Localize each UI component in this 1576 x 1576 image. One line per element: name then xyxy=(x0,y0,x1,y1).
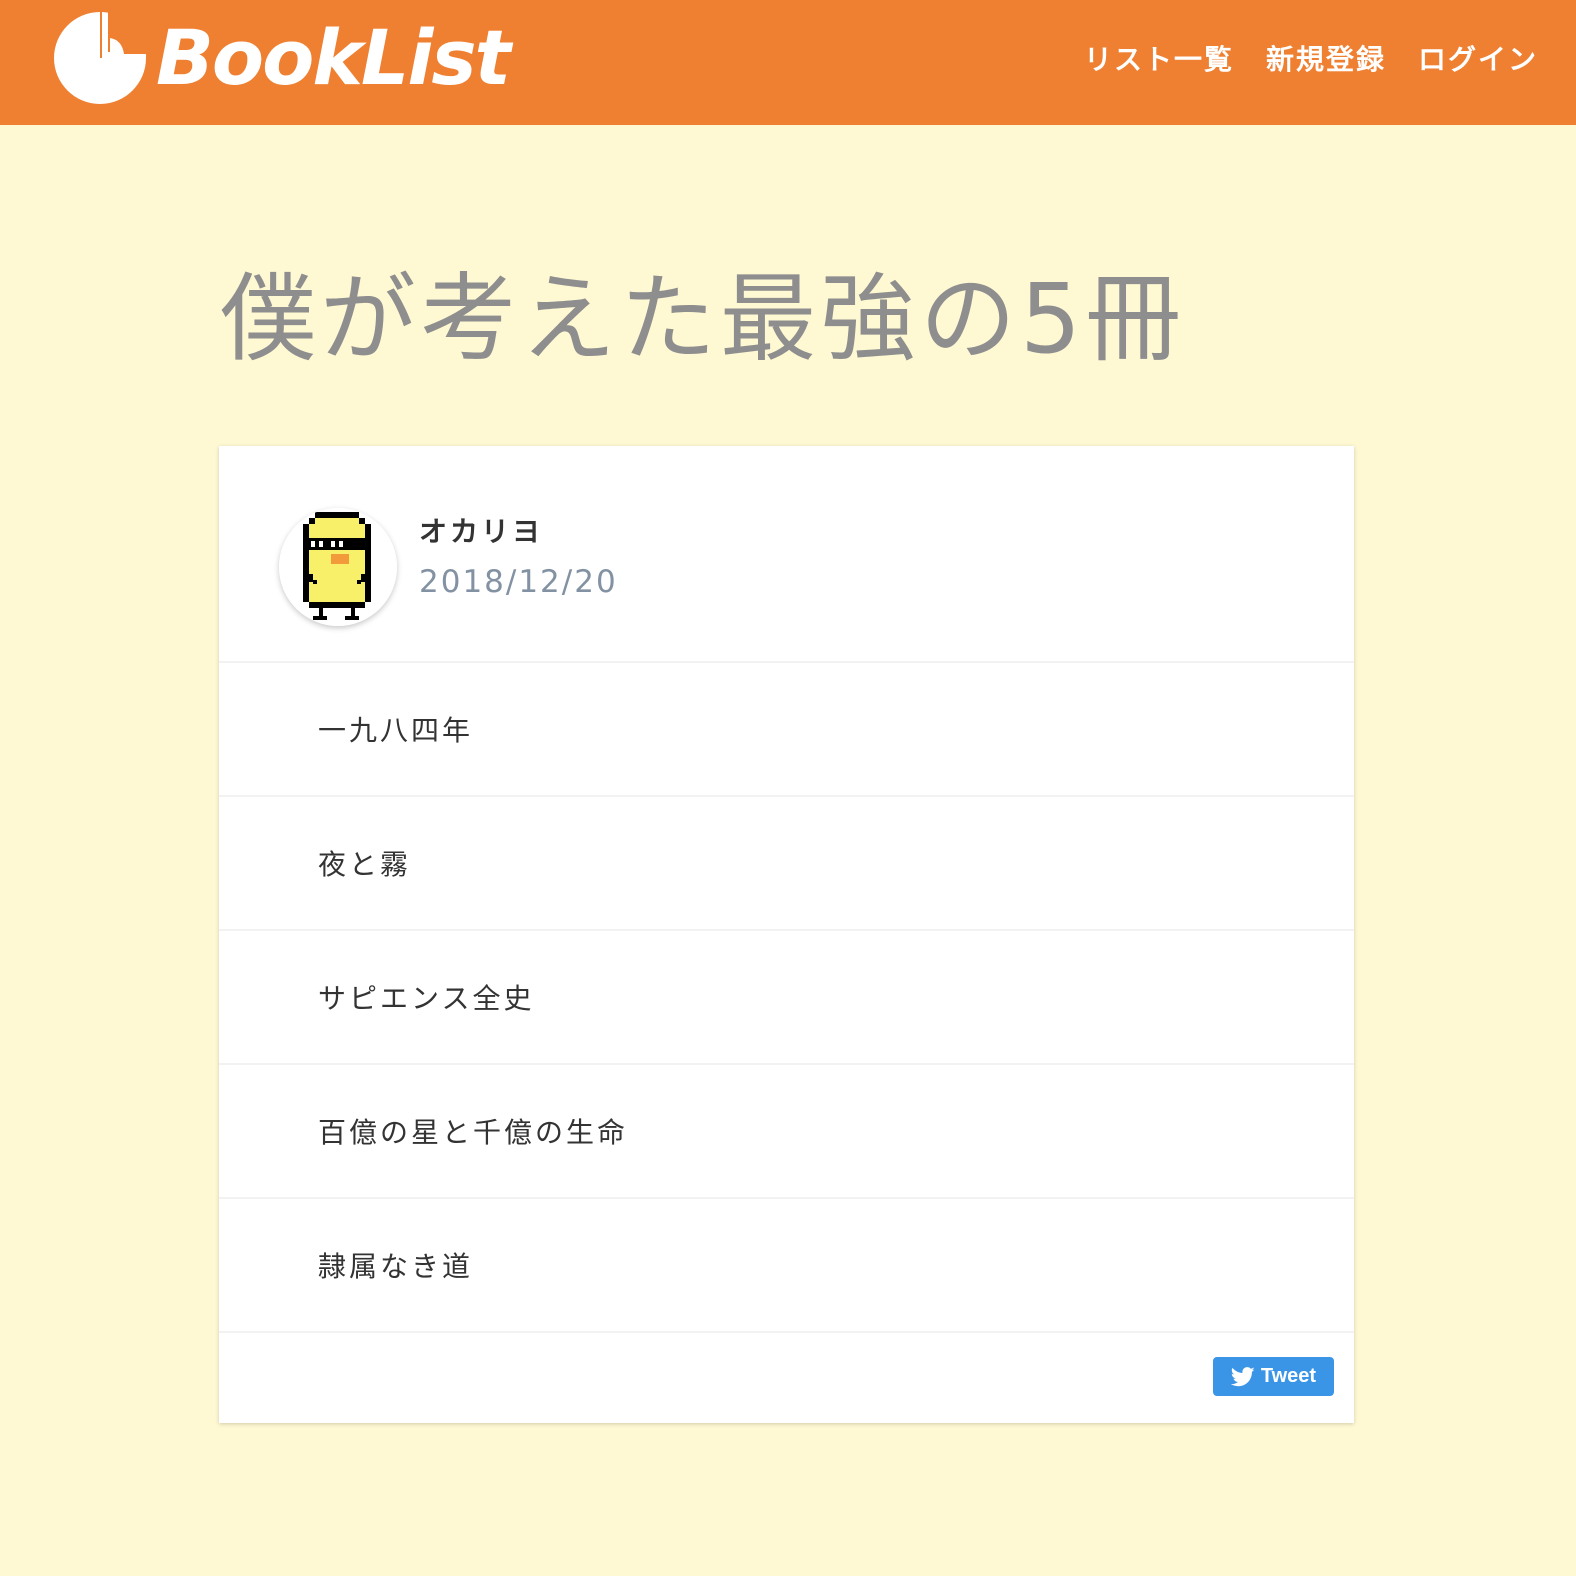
book-title: 隷属なき道 xyxy=(318,1250,474,1283)
site-header: BookList リスト一覧 新規登録 ログイン xyxy=(0,0,1576,125)
book-item[interactable]: 夜と霧 xyxy=(219,797,1354,931)
author-name[interactable]: オカリヨ xyxy=(419,510,543,550)
pixel-chick-avatar xyxy=(279,508,397,626)
card-header: オカリヨ 2018/12/20 xyxy=(219,446,1354,663)
book-item[interactable]: 一九八四年 xyxy=(219,663,1354,797)
twitter-bird-icon xyxy=(1230,1366,1255,1386)
logo-link[interactable]: BookList xyxy=(50,8,511,108)
book-title: サピエンス全史 xyxy=(318,982,535,1015)
page-title: 僕が考えた最強の5冊 xyxy=(220,263,1186,375)
book-title: 夜と霧 xyxy=(318,848,412,881)
nav-list[interactable]: リスト一覧 xyxy=(1084,38,1234,78)
tweet-label: Tweet xyxy=(1260,1365,1317,1387)
nav-login[interactable]: ログイン xyxy=(1418,38,1538,78)
logo-text: BookList xyxy=(156,13,511,102)
avatar[interactable] xyxy=(279,508,397,626)
booklist-logo-icon xyxy=(54,8,150,104)
main-nav: リスト一覧 新規登録 ログイン xyxy=(1084,38,1538,78)
booklist-card: オカリヨ 2018/12/20 一九八四年 夜と霧 サピエンス全史 百億の星と千… xyxy=(219,446,1354,1423)
tweet-button[interactable]: Tweet xyxy=(1213,1357,1334,1396)
nav-register[interactable]: 新規登録 xyxy=(1266,38,1386,78)
book-title: 百億の星と千億の生命 xyxy=(318,1116,629,1149)
book-item[interactable]: サピエンス全史 xyxy=(219,931,1354,1065)
post-date: 2018/12/20 xyxy=(419,564,618,600)
book-item[interactable]: 百億の星と千億の生命 xyxy=(219,1065,1354,1199)
book-title: 一九八四年 xyxy=(318,714,474,747)
book-item[interactable]: 隷属なき道 xyxy=(219,1199,1354,1333)
